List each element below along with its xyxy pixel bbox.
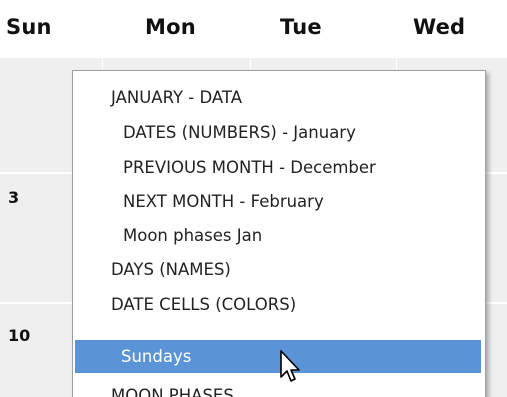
menu-item-january-data[interactable]: JANUARY - DATA xyxy=(77,83,479,113)
menu-item-previous-month[interactable]: PREVIOUS MONTH - December xyxy=(77,153,479,183)
day-header-wed: Wed xyxy=(413,15,466,39)
date-cell-10[interactable]: 10 xyxy=(8,326,30,345)
menu-item-date-cells-colors[interactable]: DATE CELLS (COLORS) xyxy=(77,290,479,320)
arrow-pointer-icon xyxy=(280,350,300,382)
menu-item-days-names[interactable]: DAYS (NAMES) xyxy=(77,255,479,285)
context-menu: JANUARY - DATA DATES (NUMBERS) - January… xyxy=(72,70,486,397)
day-header-mon: Mon xyxy=(145,15,196,39)
menu-item-sundays[interactable]: Sundays xyxy=(75,340,481,373)
day-header-sun: Sun xyxy=(6,15,52,39)
day-header-tue: Tue xyxy=(280,15,322,39)
menu-item-moon-phases[interactable]: MOON PHASES xyxy=(77,381,479,397)
date-cell-3[interactable]: 3 xyxy=(8,188,19,207)
menu-item-dates-numbers[interactable]: DATES (NUMBERS) - January xyxy=(77,118,479,148)
menu-item-moon-phases-jan[interactable]: Moon phases Jan xyxy=(77,221,479,251)
menu-item-next-month[interactable]: NEXT MONTH - February xyxy=(77,187,479,217)
